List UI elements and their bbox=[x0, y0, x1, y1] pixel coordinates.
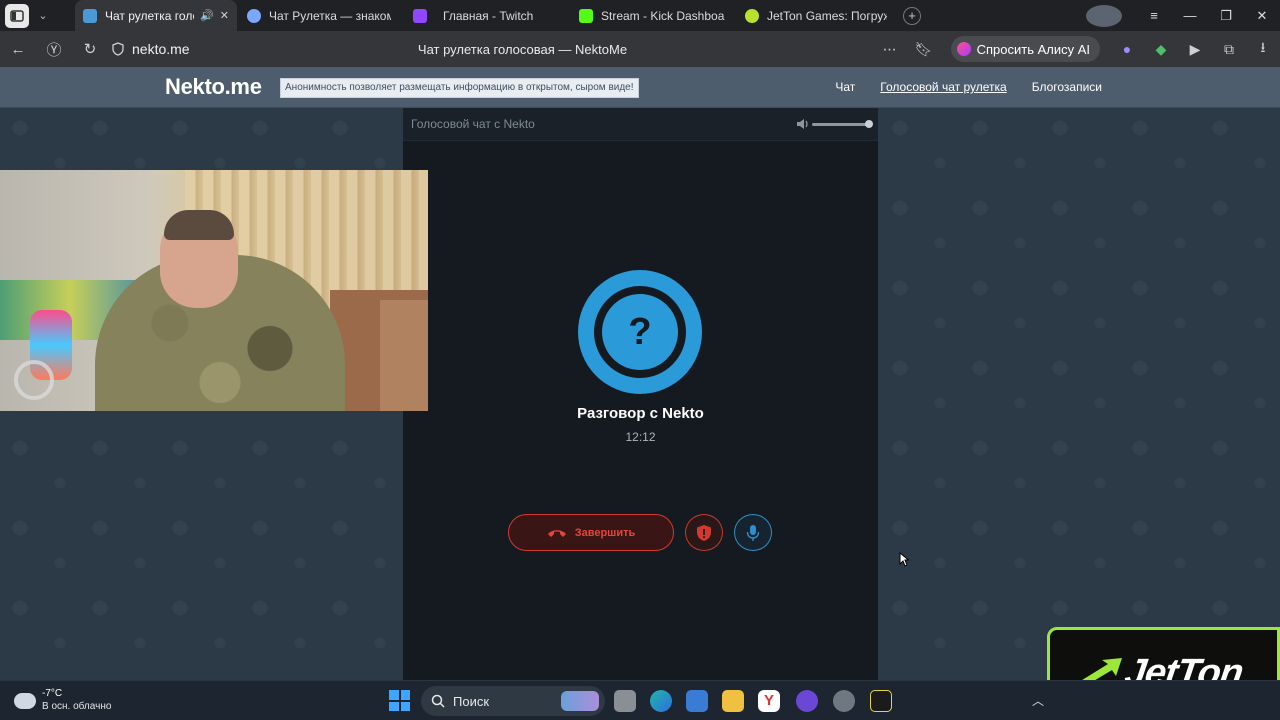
tab-title: Главная - Twitch bbox=[443, 8, 534, 23]
microsoft-store-icon[interactable] bbox=[686, 690, 708, 712]
weather-widget[interactable]: -7°C В осн. облачно bbox=[14, 687, 111, 714]
webcam-overlay bbox=[0, 170, 428, 411]
report-button[interactable] bbox=[685, 514, 723, 551]
address-bar: ← Ⓨ ↻ nekto.me Чат рулетка голосовая — N… bbox=[0, 31, 1280, 67]
more-options-icon[interactable]: ⋯ bbox=[873, 41, 907, 58]
webcam-dresser-drawers bbox=[380, 300, 428, 411]
nav-link-blog[interactable]: Блогозаписи bbox=[1032, 80, 1102, 94]
taskbar-search[interactable]: Поиск bbox=[421, 686, 605, 716]
shield-extension-icon[interactable]: ◆ bbox=[1144, 41, 1178, 58]
end-call-label: Завершить bbox=[574, 526, 636, 539]
microphone-icon bbox=[746, 524, 760, 541]
edge-browser-icon[interactable] bbox=[650, 690, 672, 712]
tab-title: JetTon Games: Погружени bbox=[767, 8, 887, 23]
yandex-browser-icon[interactable]: Y bbox=[758, 690, 780, 712]
report-shield-icon bbox=[697, 524, 711, 541]
alice-assistant-icon[interactable] bbox=[796, 690, 818, 712]
gamepad-extension-icon[interactable]: ● bbox=[1110, 41, 1144, 57]
site-nav: Чат Голосовой чат рулетка Блогозаписи bbox=[810, 80, 1102, 94]
extensions-puzzle-icon[interactable]: ⧉ bbox=[1212, 41, 1246, 58]
nav-link-chat[interactable]: Чат bbox=[835, 80, 855, 94]
webcam-mic-mount bbox=[14, 360, 54, 400]
new-tab-plus-icon[interactable]: + bbox=[903, 6, 921, 25]
browser-menu-icon[interactable]: ≡ bbox=[1136, 8, 1172, 23]
minimize-icon[interactable]: — bbox=[1172, 8, 1208, 23]
window-controls: ≡ — ❐ ✕ bbox=[1086, 0, 1280, 31]
tab-nekto-voice[interactable]: Чат рулетка голосов 🔊 ✕ bbox=[75, 0, 237, 31]
weather-temperature: -7°C bbox=[42, 688, 63, 699]
voice-chat-panel: Голосовой чат с Nekto ? Разговор с Nekto… bbox=[403, 108, 878, 680]
partner-avatar: ? bbox=[578, 270, 702, 394]
restore-icon[interactable]: ❐ bbox=[1208, 8, 1244, 24]
call-timer: 12:12 bbox=[625, 430, 656, 444]
microphone-button[interactable] bbox=[734, 514, 772, 551]
volume-slider[interactable] bbox=[812, 123, 870, 126]
jetton-favicon-icon bbox=[745, 8, 759, 23]
app-with-notification-icon[interactable] bbox=[833, 690, 855, 712]
hang-up-phone-icon bbox=[547, 529, 566, 537]
kick-favicon-icon bbox=[579, 8, 593, 23]
windows-taskbar: -7°C В осн. облачно Поиск Y ︿ bbox=[0, 680, 1280, 720]
site-header: Nekto.me Анонимность позволяет размещать… bbox=[0, 67, 1280, 108]
tab-kick[interactable]: Stream - Kick Dashboard bbox=[571, 0, 733, 31]
windows-start-icon[interactable] bbox=[389, 690, 410, 711]
nav-link-voice-roulette[interactable]: Голосовой чат рулетка bbox=[880, 80, 1006, 94]
volume-slider-knob[interactable] bbox=[865, 120, 873, 128]
tab-close-icon[interactable]: ✕ bbox=[220, 9, 229, 22]
tab-jetton[interactable]: JetTon Games: Погружени bbox=[737, 0, 895, 31]
webcam-person-hair bbox=[164, 210, 234, 240]
chat-header-title: Голосовой чат с Nekto bbox=[411, 117, 535, 131]
chat-header: Голосовой чат с Nekto bbox=[403, 108, 878, 141]
sidebar-toggle-icon[interactable] bbox=[5, 3, 29, 28]
profile-avatar-icon[interactable] bbox=[1086, 4, 1122, 27]
tab-title: Чат рулетка голосов bbox=[105, 8, 194, 23]
end-call-button[interactable]: Завершить bbox=[508, 514, 674, 551]
anonymity-notice: Анонимность позволяет размещать информац… bbox=[280, 78, 639, 98]
browser-tab-strip: ⌄ Чат рулетка голосов 🔊 ✕ Чат Рулетка — … bbox=[0, 0, 1280, 31]
tab-title: Stream - Kick Dashboard bbox=[601, 8, 725, 23]
roulette-favicon-icon bbox=[247, 8, 261, 23]
alice-icon bbox=[956, 42, 971, 56]
weather-description: В осн. облачно bbox=[42, 701, 112, 712]
obs-style-app-icon[interactable] bbox=[870, 690, 892, 712]
question-mark-icon: ? bbox=[602, 294, 678, 370]
site-logo[interactable]: Nekto.me bbox=[165, 74, 262, 100]
tab-chat-roulette[interactable]: Чат Рулетка — знакомств bbox=[239, 0, 399, 31]
search-icon bbox=[431, 694, 445, 708]
tab-list-chevron-icon[interactable]: ⌄ bbox=[29, 4, 57, 28]
avatar-inner-ring: ? bbox=[594, 286, 686, 378]
search-highlight-image bbox=[561, 691, 599, 711]
file-explorer-icon[interactable] bbox=[722, 690, 744, 712]
tab-title: Чат Рулетка — знакомств bbox=[269, 8, 391, 23]
task-view-icon[interactable] bbox=[614, 690, 636, 712]
download-icon[interactable]: ⭳ bbox=[1246, 37, 1280, 61]
ask-alice-button[interactable]: Спросить Алису AI bbox=[950, 36, 1100, 62]
mouse-cursor-icon bbox=[899, 552, 909, 567]
close-window-icon[interactable]: ✕ bbox=[1244, 8, 1280, 24]
volume-icon[interactable] bbox=[796, 117, 810, 131]
tab-twitch[interactable]: Главная - Twitch bbox=[405, 0, 567, 31]
speaker-icon[interactable]: 🔊 bbox=[200, 9, 214, 22]
search-placeholder: Поиск bbox=[453, 693, 490, 709]
tray-expand-chevron-icon[interactable]: ︿ bbox=[1032, 692, 1044, 709]
bookmark-icon[interactable]: 🔖︎ bbox=[907, 41, 941, 58]
nekto-favicon-icon bbox=[83, 8, 97, 23]
conversation-title: Разговор с Nekto bbox=[577, 405, 704, 422]
ask-alice-label: Спросить Алису AI bbox=[976, 41, 1090, 57]
cloudy-weather-icon bbox=[14, 687, 36, 709]
twitch-favicon-icon bbox=[413, 8, 427, 23]
play-extension-icon[interactable]: ▶ bbox=[1178, 41, 1212, 58]
